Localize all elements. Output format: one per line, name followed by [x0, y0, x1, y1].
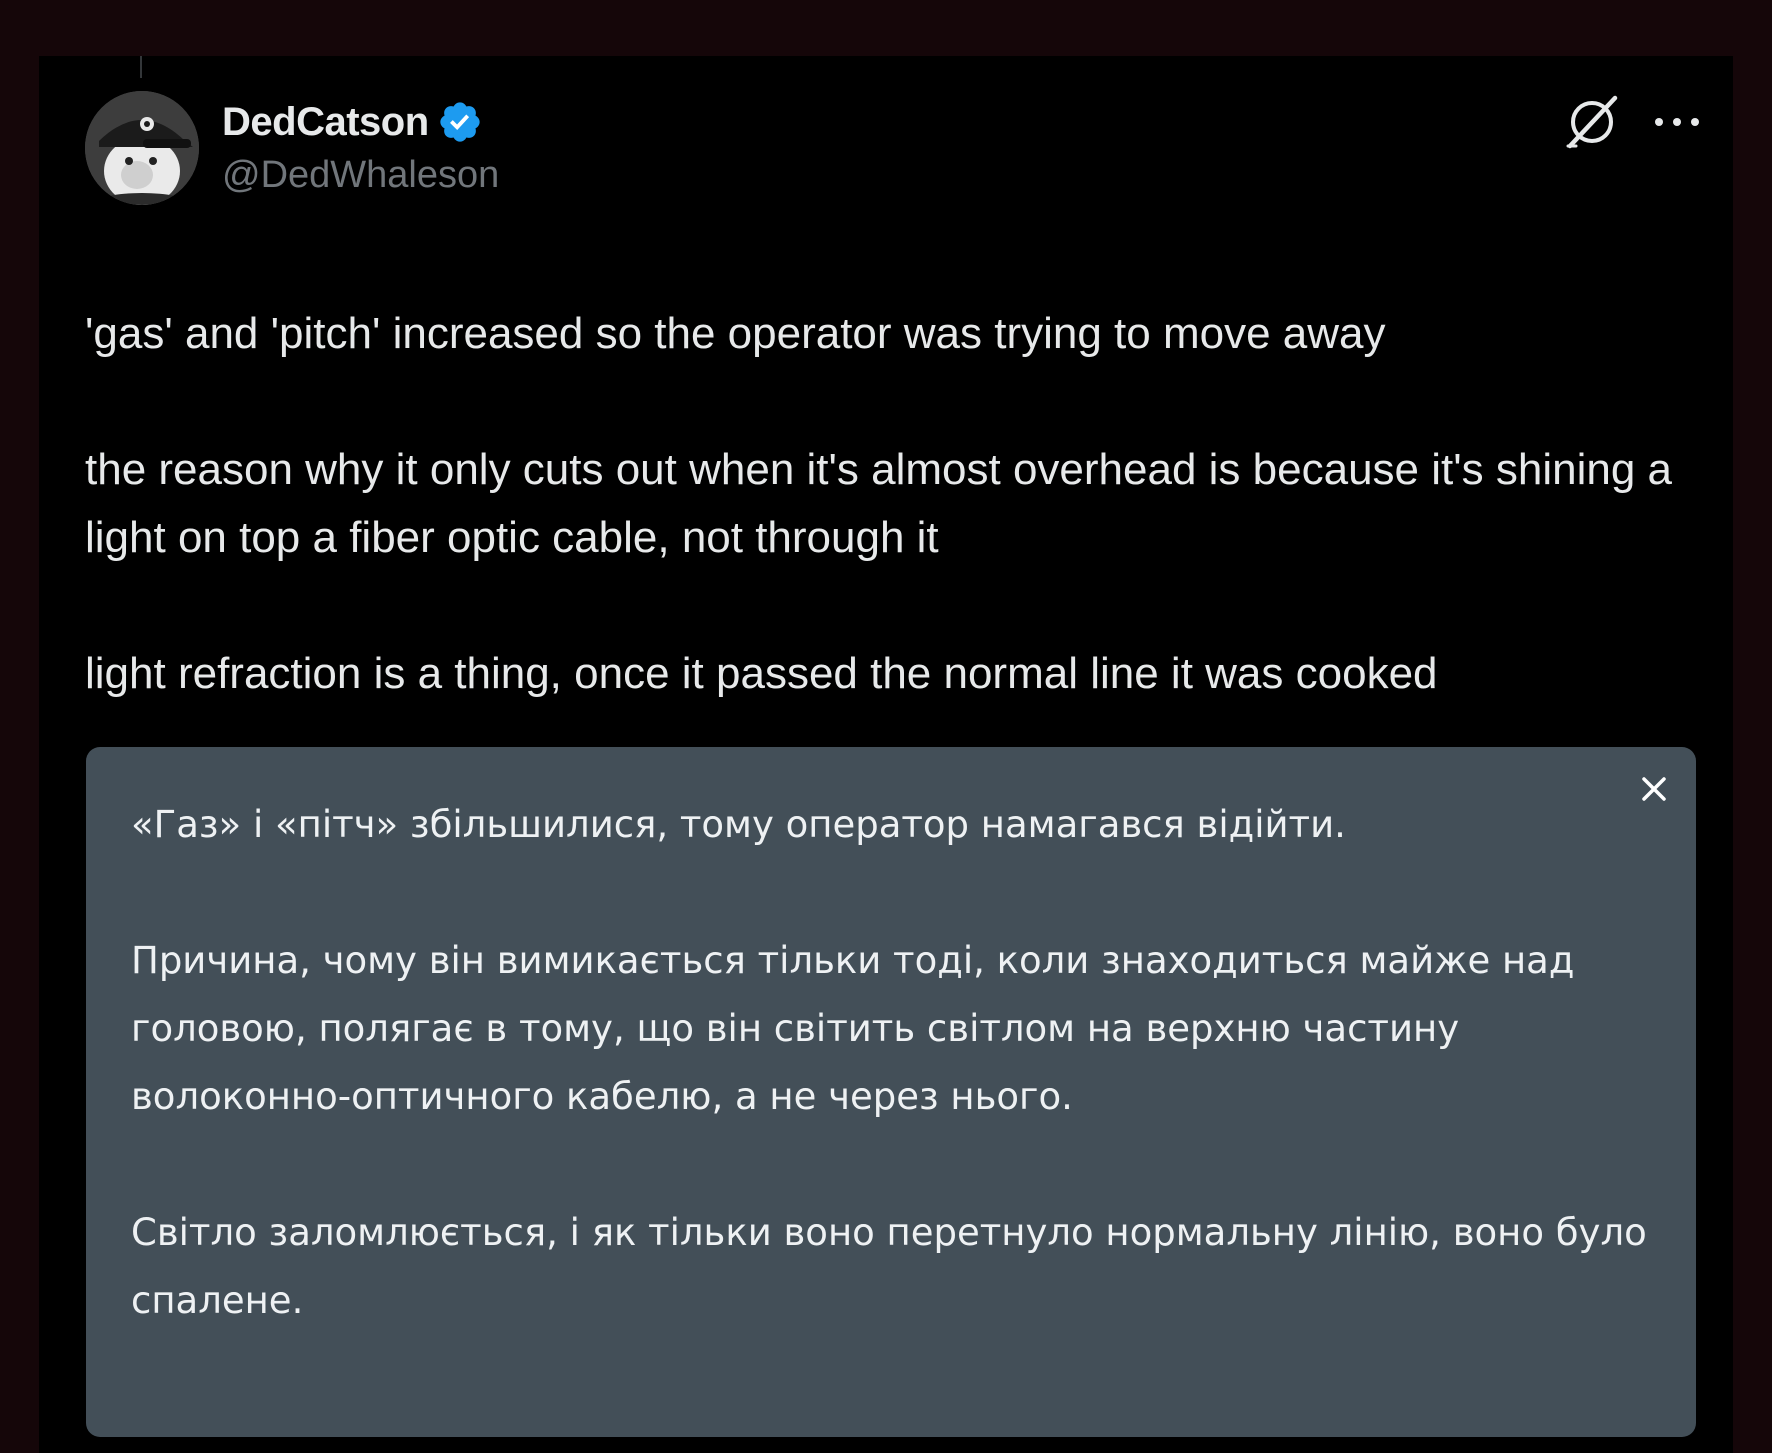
translation-paragraph-1: «Газ» і «пітч» збільшилися, тому операто…: [131, 803, 1346, 846]
author-display-name[interactable]: DedCatson: [222, 100, 429, 145]
thread-connector-line: [140, 56, 142, 78]
post-text: 'gas' and 'pitch' increased so the opera…: [85, 300, 1715, 708]
verified-badge-icon: [439, 102, 480, 142]
post-paragraph-3: light refraction is a thing, once it pas…: [85, 649, 1438, 698]
cartoon-character-avatar-icon: [85, 91, 199, 205]
more-horizontal-icon[interactable]: [1649, 112, 1705, 132]
grok-icon[interactable]: [1563, 93, 1621, 151]
author-avatar[interactable]: [85, 91, 199, 205]
author-handle[interactable]: @DedWhaleson: [222, 154, 499, 197]
post-card: DedCatson @DedWhaleson 'gas' and 'pitch'…: [39, 56, 1733, 1453]
translation-paragraph-2: Причина, чому він вимикається тільки тод…: [131, 939, 1575, 1118]
translation-text: «Газ» і «пітч» збільшилися, тому операто…: [131, 791, 1661, 1335]
post-paragraph-1: 'gas' and 'pitch' increased so the opera…: [85, 309, 1386, 358]
translation-panel: «Газ» і «пітч» збільшилися, тому операто…: [86, 747, 1696, 1437]
author-name-row[interactable]: DedCatson: [222, 94, 483, 150]
translation-paragraph-3: Світло заломлюється, і як тільки воно пе…: [131, 1211, 1647, 1322]
post-paragraph-2: the reason why it only cuts out when it'…: [85, 445, 1685, 562]
